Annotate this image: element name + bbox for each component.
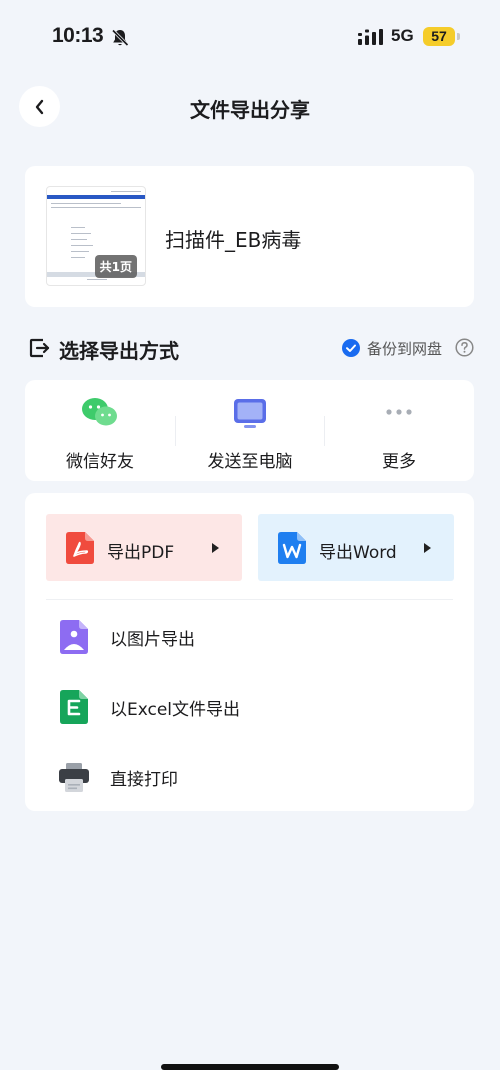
document-name: 扫描件_EB病毒 [165,228,302,252]
battery-indicator: 57 [423,27,455,46]
export-options-card: 导出PDF 导出Word 以图片导出 以Excel文件导出 直接打印 [25,493,474,811]
home-indicator[interactable] [161,1064,339,1070]
pdf-file-icon [66,532,94,564]
share-wechat[interactable]: 微信好友 [25,380,175,481]
excel-file-icon [60,690,88,724]
network-type: 5G [391,26,414,45]
direct-print[interactable]: 直接打印 [25,751,474,801]
cellular-signal-icon [358,29,383,45]
export-pdf-button[interactable]: 导出PDF [46,514,242,581]
document-card[interactable]: 共1页 扫描件_EB病毒 [25,166,474,307]
checkbox-checked-icon[interactable] [342,339,360,357]
share-options-card: 微信好友 发送至电脑 更多 [25,380,474,481]
export-pdf-label: 导出PDF [107,543,175,563]
export-as-excel[interactable]: 以Excel文件导出 [25,681,474,731]
caret-right-icon [424,543,431,553]
printer-icon [59,763,89,792]
caret-right-icon [212,543,219,553]
share-computer[interactable]: 发送至电脑 [175,380,325,481]
direct-print-label: 直接打印 [110,770,178,790]
word-file-icon [278,532,306,564]
export-word-label: 导出Word [319,543,397,563]
share-more[interactable]: 更多 [324,380,474,481]
document-thumbnail[interactable]: 共1页 [46,186,146,286]
export-as-image-label: 以图片导出 [110,630,195,650]
status-time: 10:13 [52,24,104,47]
page-title: 文件导出分享 [190,98,310,122]
help-icon[interactable] [455,338,474,357]
export-as-excel-label: 以Excel文件导出 [110,700,241,720]
wechat-icon [82,398,117,426]
battery-tip [457,33,460,40]
export-word-button[interactable]: 导出Word [258,514,454,581]
bell-muted-icon [111,29,129,47]
page-count-badge: 共1页 [94,255,137,278]
status-bar: 10:13 5G 57 [0,22,500,52]
export-as-image[interactable]: 以图片导出 [25,611,474,661]
export-icon [29,338,50,358]
more-dots-icon [386,409,412,415]
share-more-label: 更多 [382,452,416,472]
section-title: 选择导出方式 [59,339,179,363]
divider [46,599,453,600]
backup-to-cloud-label[interactable]: 备份到网盘 [367,338,442,359]
monitor-icon [234,399,266,428]
image-file-icon [60,620,88,654]
share-computer-label: 发送至电脑 [207,452,293,472]
share-wechat-label: 微信好友 [66,452,134,472]
